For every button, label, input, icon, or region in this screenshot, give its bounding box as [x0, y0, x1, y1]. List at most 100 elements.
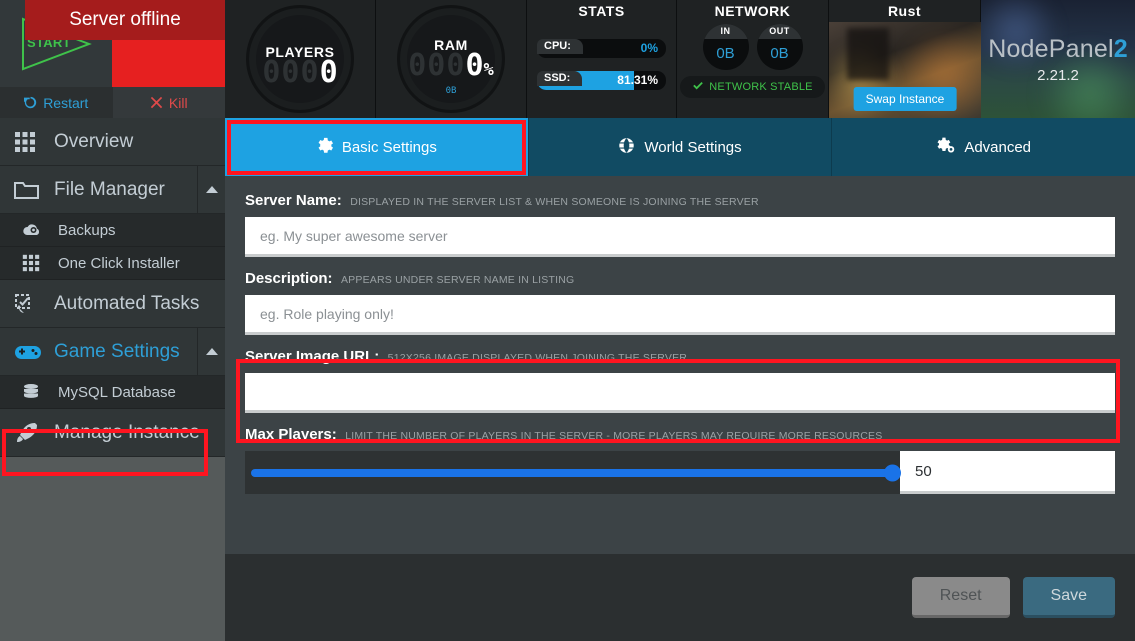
- rocket-icon: [14, 421, 54, 445]
- main-content: Basic Settings World Settings Advanced S…: [225, 118, 1135, 641]
- field-max-players: Max Players: LIMIT THE NUMBER OF PLAYERS…: [245, 426, 1115, 494]
- server-image-url-hint: 512X256 IMAGE DISPLAYED WHEN JOINING THE…: [387, 352, 688, 364]
- sidebar-item-label: File Manager: [54, 178, 165, 200]
- players-dim-digits: 000: [262, 55, 320, 90]
- game-panel: Rust Swap Instance: [829, 0, 981, 118]
- field-server-name: Server Name: DISPLAYED IN THE SERVER LIS…: [245, 192, 1115, 257]
- kill-button[interactable]: Kill: [112, 87, 225, 118]
- tab-world-settings[interactable]: World Settings: [528, 118, 833, 176]
- reset-button[interactable]: Reset: [911, 577, 1010, 618]
- sidebar-item-overview[interactable]: Overview: [0, 118, 225, 166]
- network-out-label: OUT: [756, 24, 803, 39]
- slider-knob[interactable]: [884, 464, 901, 481]
- server-name-hint: DISPLAYED IN THE SERVER LIST & WHEN SOME…: [350, 196, 759, 208]
- players-gauge: PLAYERS 000 0: [225, 0, 376, 118]
- grid-icon: [14, 131, 54, 153]
- max-players-slider[interactable]: [245, 451, 901, 494]
- sidebar-item-game-settings[interactable]: Game Settings: [0, 328, 225, 376]
- server-name-label: Server Name:: [245, 192, 342, 209]
- ram-value: 0: [465, 47, 484, 83]
- network-title: NETWORK: [714, 3, 791, 19]
- gamepad-icon: [14, 342, 54, 362]
- sidebar-item-one-click-installer[interactable]: One Click Installer: [0, 247, 225, 280]
- power-controls: START Server offline Restart Kill: [0, 0, 225, 118]
- ram-gauge: RAM 000 0% 0B: [376, 0, 527, 118]
- server-image-url-label-row: Server Image URL: 512X256 IMAGE DISPLAYE…: [245, 348, 1115, 366]
- gear-icon: [316, 137, 333, 158]
- sidebar-subitem-label: Backups: [58, 221, 116, 239]
- ssd-value: 81.31%: [617, 73, 658, 87]
- brand-panel: NodePanel2 2.21.2: [981, 0, 1135, 118]
- swap-instance-button[interactable]: Swap Instance: [853, 87, 957, 111]
- tab-advanced[interactable]: Advanced: [832, 118, 1135, 176]
- ssd-label: SSD:: [537, 71, 583, 86]
- sidebar-item-label: Manage Instance: [54, 421, 200, 443]
- ram-bytes: 0B: [445, 85, 457, 96]
- network-in-value: 0B: [716, 45, 735, 62]
- top-status-bar: START Server offline Restart Kill PLAYER…: [0, 0, 1135, 118]
- server-name-input[interactable]: eg. My super awesome server: [245, 217, 1115, 257]
- sidebar-item-label: Overview: [54, 130, 134, 152]
- game-title: Rust: [887, 3, 922, 19]
- server-image-url-label: Server Image URL:: [245, 348, 380, 365]
- sidebar-item-label: Automated Tasks: [54, 292, 200, 314]
- network-status-text: NETWORK STABLE: [709, 81, 813, 93]
- tasks-icon: [14, 293, 54, 315]
- max-players-value-input[interactable]: 50: [900, 451, 1115, 494]
- sidebar-item-file-manager[interactable]: File Manager: [0, 166, 225, 214]
- server-status-text: Server offline: [25, 0, 225, 40]
- restart-button[interactable]: Restart: [0, 87, 113, 118]
- sidebar: Overview File Manager Backups One Click …: [0, 118, 225, 641]
- cpu-label: CPU:: [537, 39, 583, 54]
- stats-title: STATS: [578, 3, 625, 19]
- max-players-control: 50: [245, 451, 1115, 494]
- brand-version: 2.21.2: [1037, 66, 1079, 84]
- field-description: Description: APPEARS UNDER SERVER NAME I…: [245, 270, 1115, 335]
- tab-label: Basic Settings: [341, 138, 437, 156]
- tab-label: Advanced: [964, 138, 1032, 156]
- restart-icon: [24, 96, 37, 109]
- sidebar-nav: Overview File Manager Backups One Click …: [0, 118, 225, 457]
- slider-track: [251, 464, 901, 481]
- field-server-image-url: Server Image URL: 512X256 IMAGE DISPLAYE…: [245, 348, 1115, 413]
- max-players-label: Max Players:: [245, 426, 337, 443]
- ram-percent-sign: %: [483, 59, 494, 80]
- save-button[interactable]: Save: [1022, 577, 1115, 618]
- network-status-badge: NETWORK STABLE: [680, 76, 825, 98]
- ram-ring: RAM 000 0% 0B: [397, 5, 505, 113]
- server-name-label-row: Server Name: DISPLAYED IN THE SERVER LIS…: [245, 192, 1115, 210]
- power-button-row: Restart Kill: [0, 87, 225, 118]
- description-label-row: Description: APPEARS UNDER SERVER NAME I…: [245, 270, 1115, 288]
- chevron-up-icon[interactable]: [197, 328, 225, 375]
- sidebar-item-manage-instance[interactable]: Manage Instance: [0, 409, 225, 457]
- chevron-up-icon[interactable]: [197, 166, 225, 213]
- network-out-value: 0B: [770, 45, 789, 62]
- sidebar-subitem-label: One Click Installer: [58, 254, 180, 272]
- ram-dim-digits: 000: [408, 47, 466, 83]
- sidebar-item-mysql-database[interactable]: MySQL Database: [0, 376, 225, 409]
- brand-name: NodePanel2: [988, 34, 1128, 63]
- restart-label: Restart: [43, 94, 89, 111]
- server-image-url-input[interactable]: [245, 373, 1115, 413]
- gears-icon: [936, 137, 955, 158]
- network-panel: NETWORK IN 0B OUT 0B NETWORK STABLE: [677, 0, 829, 118]
- grid-icon: [22, 254, 58, 272]
- game-thumbnail: Swap Instance: [829, 22, 981, 118]
- ssd-bar: SSD: 81.31%: [537, 71, 666, 90]
- description-label: Description:: [245, 270, 333, 287]
- players-gauge-value: 000 0: [262, 58, 337, 88]
- check-icon: [692, 80, 704, 95]
- sidebar-item-automated-tasks[interactable]: Automated Tasks: [0, 280, 225, 328]
- nodepanel-app: START Server offline Restart Kill PLAYER…: [0, 0, 1135, 641]
- database-icon: [22, 383, 58, 401]
- network-in-label: IN: [702, 24, 749, 39]
- ram-gauge-value: 000 0%: [408, 47, 494, 85]
- tab-basic-settings[interactable]: Basic Settings: [225, 118, 529, 176]
- globe-icon: [618, 137, 635, 158]
- description-input[interactable]: eg. Role playing only!: [245, 295, 1115, 335]
- sidebar-item-label: Game Settings: [54, 340, 180, 362]
- sidebar-item-backups[interactable]: Backups: [0, 214, 225, 247]
- kill-label: Kill: [168, 94, 188, 111]
- basic-settings-form: Server Name: DISPLAYED IN THE SERVER LIS…: [225, 176, 1135, 554]
- close-icon: [150, 96, 163, 109]
